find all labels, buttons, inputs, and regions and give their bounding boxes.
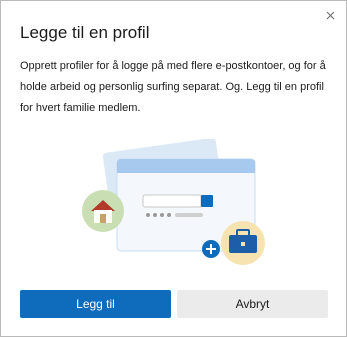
profiles-illustration	[82, 139, 265, 265]
dialog-description: Opprett profiler for å logge på med fler…	[20, 60, 326, 114]
close-button[interactable]	[322, 7, 338, 23]
add-button[interactable]: Legg til	[20, 290, 171, 318]
close-icon	[326, 11, 334, 19]
cancel-button[interactable]: Avbryt	[177, 290, 328, 318]
dialog-title: Legge til en profil	[20, 23, 150, 42]
add-profile-dialog: Legge til en profil Opprett profiler for…	[0, 0, 347, 337]
home-icon	[82, 190, 124, 232]
briefcase-icon	[221, 221, 265, 265]
plus-icon	[202, 240, 220, 258]
